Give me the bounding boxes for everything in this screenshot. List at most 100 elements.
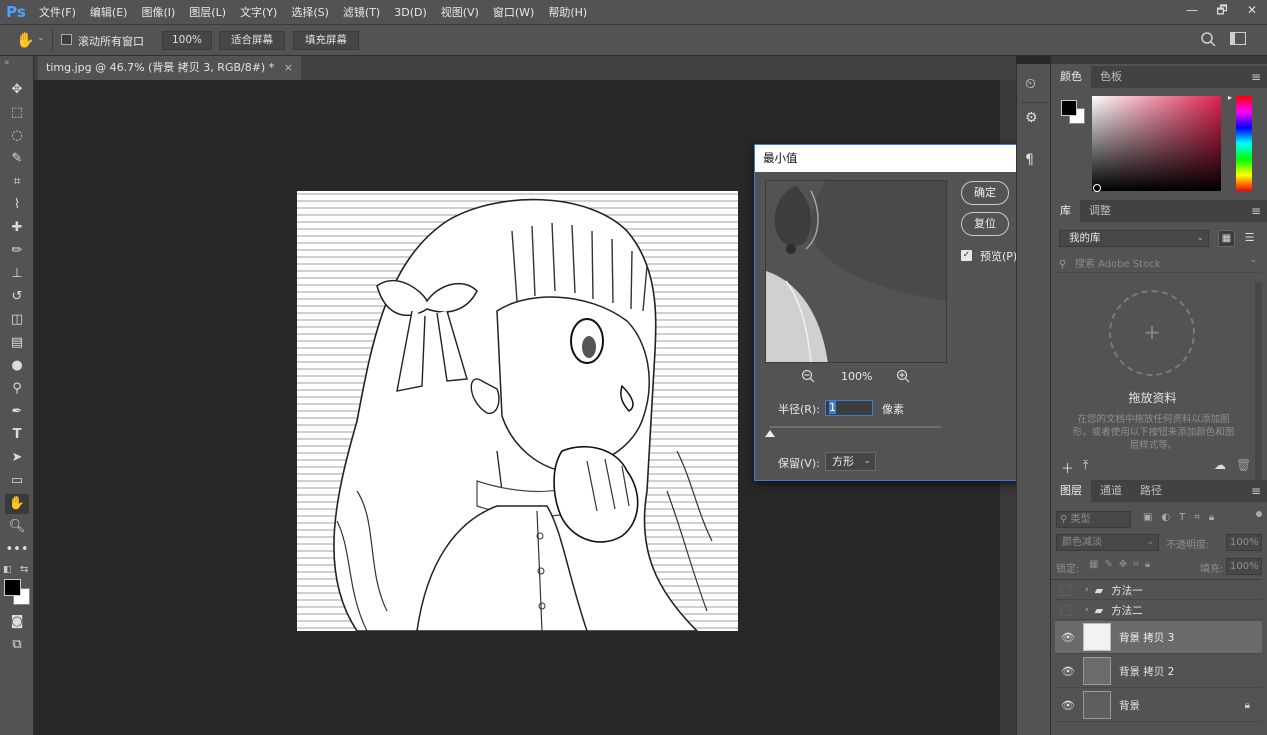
- minimize-button[interactable]: —: [1177, 0, 1207, 20]
- menu-3d[interactable]: 3D(D): [387, 6, 434, 19]
- stock-search[interactable]: ⚲ 搜索 Adobe Stock ⌄: [1056, 255, 1261, 273]
- chevron-right-icon[interactable]: ›: [1085, 605, 1089, 615]
- menu-image[interactable]: 图像(I): [134, 4, 182, 20]
- eye-icon[interactable]: 👁︎: [1061, 631, 1075, 644]
- fill-input[interactable]: 100%: [1226, 558, 1262, 575]
- blend-mode-select[interactable]: 颜色减淡 ⌄: [1056, 534, 1159, 551]
- menu-help[interactable]: 帮助(H): [541, 4, 594, 20]
- crop-tool-icon[interactable]: ⌗: [5, 172, 29, 192]
- reset-button[interactable]: 复位: [961, 212, 1009, 236]
- cloud-sync-icon[interactable]: ☁: [1214, 458, 1226, 472]
- eye-icon[interactable]: 👁︎: [1061, 699, 1075, 712]
- layer-group-row[interactable]: › ▰ 方法一: [1055, 581, 1262, 600]
- character-panel-icon[interactable]: ¶: [1025, 152, 1034, 168]
- pen-tool-icon[interactable]: ✒: [5, 402, 29, 422]
- tab-paths[interactable]: 路径: [1131, 480, 1171, 502]
- layer-row-selected[interactable]: 👁︎ 背景 拷贝 3: [1055, 621, 1262, 654]
- visibility-toggle[interactable]: [1060, 604, 1071, 616]
- zoom-tool-icon[interactable]: 🔍︎: [5, 517, 29, 537]
- library-scrollbar[interactable]: [1255, 282, 1262, 482]
- list-view-icon[interactable]: ☰: [1241, 230, 1258, 247]
- panel-menu-icon[interactable]: ≡: [1251, 484, 1261, 498]
- lock-icon[interactable]: 🔒︎: [1245, 700, 1250, 711]
- swap-colors-icon[interactable]: ⇆: [20, 564, 28, 575]
- healing-brush-tool-icon[interactable]: ✚: [5, 218, 29, 238]
- gradient-tool-icon[interactable]: ▤: [5, 333, 29, 353]
- tab-adjustments[interactable]: 调整: [1080, 200, 1120, 222]
- tool-preset-chevron-icon[interactable]: ⌄: [37, 33, 45, 43]
- tab-layers[interactable]: 图层: [1051, 480, 1091, 502]
- fill-screen-button[interactable]: 填充屏幕: [293, 31, 359, 50]
- lock-options-icons[interactable]: ▦✎✥⌗🔒︎: [1089, 559, 1156, 570]
- drop-zone-add-icon[interactable]: +: [1109, 290, 1195, 376]
- panel-dock-header[interactable]: [1051, 56, 1267, 64]
- hue-slider[interactable]: [1236, 96, 1252, 191]
- blur-tool-icon[interactable]: ●: [5, 356, 29, 376]
- trash-icon[interactable]: 🗑︎: [1236, 458, 1251, 472]
- grid-view-icon[interactable]: ▦: [1218, 230, 1235, 247]
- hand-tool-icon[interactable]: ✋: [5, 494, 29, 514]
- document-tab[interactable]: timg.jpg @ 46.7% (背景 拷贝 3, RGB/8#) * ×: [38, 56, 301, 80]
- menu-select[interactable]: 选择(S): [284, 4, 336, 20]
- search-icon[interactable]: [1199, 30, 1217, 48]
- tab-libraries[interactable]: 库: [1051, 200, 1080, 222]
- path-select-tool-icon[interactable]: ➤: [5, 448, 29, 468]
- menu-view[interactable]: 视图(V): [434, 4, 486, 20]
- add-content-icon[interactable]: ＋: [1061, 458, 1074, 477]
- eye-icon[interactable]: 👁︎: [1061, 665, 1075, 678]
- hue-slider-thumb[interactable]: ▸: [1228, 93, 1232, 102]
- library-select[interactable]: 我的库 ⌄: [1059, 230, 1209, 247]
- more-tools-icon[interactable]: •••: [5, 540, 29, 560]
- menu-type[interactable]: 文字(Y): [233, 4, 284, 20]
- upload-icon[interactable]: ⤒: [1083, 458, 1088, 473]
- menu-layer[interactable]: 图层(L): [182, 4, 233, 20]
- preview-checkbox[interactable]: ✓: [961, 250, 972, 261]
- history-panel-icon[interactable]: ⏲: [1025, 76, 1036, 92]
- history-brush-tool-icon[interactable]: ↺: [5, 287, 29, 307]
- rectangle-tool-icon[interactable]: ▭: [5, 471, 29, 491]
- filter-preview[interactable]: [765, 180, 947, 363]
- radius-slider-track[interactable]: [770, 426, 941, 428]
- close-window-button[interactable]: ✕: [1237, 0, 1267, 20]
- dodge-tool-icon[interactable]: ⚲: [5, 379, 29, 399]
- color-picker-cursor[interactable]: [1093, 184, 1101, 192]
- lasso-tool-icon[interactable]: ◌: [5, 126, 29, 146]
- document-image[interactable]: [297, 191, 738, 631]
- scroll-all-checkbox[interactable]: [61, 34, 72, 48]
- fit-screen-button[interactable]: 适合屏幕: [219, 31, 285, 50]
- menu-filter[interactable]: 滤镜(T): [336, 4, 387, 20]
- workspace-icon[interactable]: [1230, 32, 1246, 45]
- menu-file[interactable]: 文件(F): [32, 4, 83, 20]
- eyedropper-tool-icon[interactable]: ⌇: [5, 195, 29, 215]
- zoom-in-icon[interactable]: [896, 369, 910, 383]
- tab-channels[interactable]: 通道: [1091, 480, 1131, 502]
- preserve-select[interactable]: 方形 ⌄: [825, 452, 876, 471]
- layer-row[interactable]: 👁︎ 背景 拷贝 2: [1055, 655, 1262, 688]
- eraser-tool-icon[interactable]: ◫: [5, 310, 29, 330]
- chevron-right-icon[interactable]: ›: [1085, 585, 1089, 595]
- tab-color[interactable]: 颜色: [1051, 66, 1091, 88]
- quick-select-tool-icon[interactable]: ✎: [5, 149, 29, 169]
- menu-window[interactable]: 窗口(W): [486, 4, 541, 20]
- tab-swatches[interactable]: 色板: [1091, 66, 1131, 88]
- panel-menu-icon[interactable]: ≡: [1251, 204, 1261, 218]
- foreground-color-swatch[interactable]: [1061, 100, 1077, 116]
- close-tab-icon[interactable]: ×: [284, 61, 293, 74]
- filter-toggle-icon[interactable]: [1256, 511, 1262, 517]
- radius-input[interactable]: 1: [825, 400, 873, 416]
- clone-stamp-tool-icon[interactable]: ⊥: [5, 264, 29, 284]
- brush-tool-icon[interactable]: ✏: [5, 241, 29, 261]
- opacity-input[interactable]: 100%: [1226, 534, 1262, 551]
- move-tool-icon[interactable]: ✥: [5, 80, 29, 100]
- layer-row[interactable]: 👁︎ 背景 🔒︎: [1055, 689, 1262, 722]
- color-field[interactable]: [1092, 96, 1221, 191]
- layer-filter-icons[interactable]: ▣◐T⌗🔒︎: [1143, 512, 1223, 523]
- zoom-100-button[interactable]: 100%: [162, 31, 212, 50]
- restore-button[interactable]: 🗗: [1207, 0, 1237, 20]
- visibility-toggle[interactable]: [1060, 584, 1071, 596]
- screen-mode-icon[interactable]: ⧉: [5, 635, 29, 655]
- type-tool-icon[interactable]: T: [5, 425, 29, 445]
- layer-filter-select[interactable]: ⚲ 类型: [1056, 511, 1131, 528]
- ok-button[interactable]: 确定: [961, 181, 1009, 205]
- collapse-toolbar-icon[interactable]: »: [4, 58, 10, 68]
